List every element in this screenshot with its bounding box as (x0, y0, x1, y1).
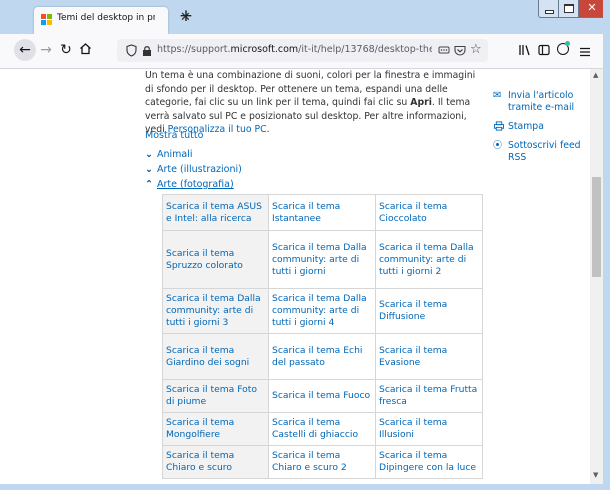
theme-download-link[interactable]: Scarica il tema Spruzzo colorato (162, 230, 269, 289)
accordion-arte-fotografia[interactable]: ⌃ Arte (fotografia) (145, 179, 234, 190)
chevron-down-icon: ⌄ (145, 149, 153, 160)
email-article-link[interactable]: ✉ Invia l'articolo tramite e-mail (493, 90, 585, 114)
theme-download-link[interactable]: Scarica il tema Castelli di ghiaccio (268, 412, 376, 446)
sidebar-toggle-icon[interactable] (538, 44, 550, 56)
table-row: Scarica il tema Foto di piume Scarica il … (162, 379, 483, 413)
address-bar[interactable]: https://support.microsoft.com/it-it/help… (117, 39, 488, 62)
table-row: Scarica il tema ASUS e Intel: alla ricer… (162, 194, 483, 231)
table-row: Scarica il tema Mongolfiere Scarica il te… (162, 412, 483, 446)
page-content: Un tema è una combinazione di suoni, col… (0, 69, 590, 484)
email-article-label: Invia l'articolo tramite e-mail (508, 90, 575, 113)
theme-download-link[interactable]: Scarica il tema Illusioni (375, 412, 483, 446)
browser-tab[interactable]: Temi del desktop in primo piano ✕ (34, 7, 191, 34)
theme-download-link[interactable]: Scarica il tema Frutta fresca (375, 379, 483, 413)
library-icon[interactable] (518, 44, 530, 56)
reload-icon: ↻ (60, 42, 72, 58)
theme-download-link[interactable]: Scarica il tema Dipingere con la luce (375, 445, 483, 479)
printer-icon (494, 121, 504, 131)
bookmark-star-icon[interactable]: ☆ (470, 42, 482, 57)
minimize-button[interactable] (538, 0, 559, 18)
theme-download-link[interactable]: Scarica il tema ASUS e Intel: alla ricer… (162, 194, 269, 231)
themes-table: Scarica il tema ASUS e Intel: alla ricer… (162, 194, 483, 479)
back-arrow-icon: ← (19, 42, 31, 58)
accordion-arte-illustrazioni[interactable]: ⌄ Arte (illustrazioni) (145, 164, 242, 175)
theme-download-link[interactable]: Scarica il tema Foto di piume (162, 379, 269, 413)
intro-paragraph: Un tema è una combinazione di suoni, col… (145, 69, 485, 137)
home-icon (79, 43, 91, 55)
theme-download-link[interactable]: Scarica il tema Cioccolato (375, 194, 483, 231)
theme-download-link[interactable]: Scarica il tema Echi del passato (268, 333, 376, 380)
print-label: Stampa (508, 121, 544, 132)
theme-download-link[interactable]: Scarica il tema Dalla community: arte di… (268, 288, 376, 334)
open-keyword: Apri (410, 97, 432, 109)
reload-button[interactable]: ↻ (58, 42, 74, 58)
accordion-label: Animali (157, 149, 193, 160)
app-menu-button[interactable] (579, 43, 591, 57)
theme-download-link[interactable]: Scarica il tema Istantanee (268, 194, 376, 231)
close-window-button[interactable]: ✕ (578, 0, 606, 18)
home-button[interactable] (77, 42, 93, 58)
accordion-animali[interactable]: ⌄ Animali (145, 149, 193, 160)
theme-download-link[interactable]: Scarica il tema Dalla community: arte di… (375, 230, 483, 289)
hamburger-menu-icon (580, 47, 590, 57)
theme-download-link[interactable]: Scarica il tema Evasione (375, 333, 483, 380)
browser-window: Temi del desktop in primo piano ✕ + ✕ ← … (0, 0, 610, 490)
theme-download-link[interactable]: Scarica il tema Dalla community: arte di… (162, 288, 269, 334)
theme-download-link[interactable]: Scarica il tema Dalla community: arte di… (268, 230, 376, 289)
rss-feed-icon: ⦿ (493, 141, 503, 151)
window-frame-bottom (0, 484, 610, 490)
envelope-icon: ✉ (493, 90, 502, 101)
table-row: Scarica il tema Spruzzo colorato Scarica … (162, 230, 483, 289)
rss-label: Sottoscrivi feed RSS (508, 140, 581, 163)
minimize-icon (545, 10, 554, 14)
close-window-icon: ✕ (587, 1, 597, 14)
theme-download-link[interactable]: Scarica il tema Chiaro e scuro 2 (268, 445, 376, 479)
print-link[interactable]: Stampa (493, 121, 585, 133)
url-text[interactable]: https://support.microsoft.com/it-it/help… (157, 44, 432, 55)
intro-text-part-3: . (266, 124, 270, 136)
theme-download-link[interactable]: Scarica il tema Giardino dei sogni (162, 333, 269, 380)
forward-button[interactable]: → (38, 42, 54, 58)
chevron-up-icon: ⌃ (145, 179, 153, 190)
new-tab-button[interactable]: + (177, 8, 195, 26)
chevron-down-icon: ⌄ (145, 164, 153, 175)
lock-icon[interactable] (142, 45, 152, 56)
scroll-up-arrow-icon[interactable]: ▲ (593, 71, 598, 79)
theme-download-link[interactable]: Scarica il tema Fuoco (268, 379, 376, 413)
tab-strip: Temi del desktop in primo piano ✕ + ✕ (0, 0, 610, 34)
forward-arrow-icon: → (40, 42, 52, 58)
tab-title: Temi del desktop in primo piano (57, 13, 155, 23)
accordion-label: Arte (fotografia) (157, 179, 234, 190)
theme-download-link[interactable]: Scarica il tema Mongolfiere (162, 412, 269, 446)
accordion-label: Arte (illustrazioni) (157, 164, 242, 175)
theme-download-link[interactable]: Scarica il tema Chiaro e scuro (162, 445, 269, 479)
pocket-icon[interactable] (454, 45, 466, 56)
maximize-icon (564, 4, 574, 13)
maximize-button[interactable] (558, 0, 579, 18)
scroll-down-arrow-icon[interactable]: ▼ (593, 471, 598, 479)
table-row: Scarica il tema Giardino dei sogni Scaric… (162, 333, 483, 380)
scrollbar-thumb[interactable] (592, 177, 601, 277)
rss-link[interactable]: ⦿ Sottoscrivi feed RSS (493, 140, 585, 164)
show-all-link[interactable]: Mostra tutto (145, 130, 203, 141)
window-frame-right (603, 0, 610, 490)
microsoft-logo-icon (41, 14, 53, 26)
theme-download-link[interactable]: Scarica il tema Diffusione (375, 288, 483, 334)
table-row: Scarica il tema Chiaro e scuro Scarica il… (162, 445, 483, 479)
page-actions-icon[interactable] (438, 45, 450, 56)
account-badge-icon (565, 41, 570, 46)
account-avatar-icon[interactable] (557, 41, 570, 55)
table-row: Scarica il tema Dalla community: arte di… (162, 288, 483, 334)
page-scrollbar[interactable]: ▲ ▼ (590, 69, 603, 484)
navigation-toolbar: ← → ↻ https://support.microsoft.com/it-i… (0, 34, 610, 69)
shield-icon[interactable] (126, 44, 137, 57)
back-button[interactable]: ← (14, 39, 36, 61)
